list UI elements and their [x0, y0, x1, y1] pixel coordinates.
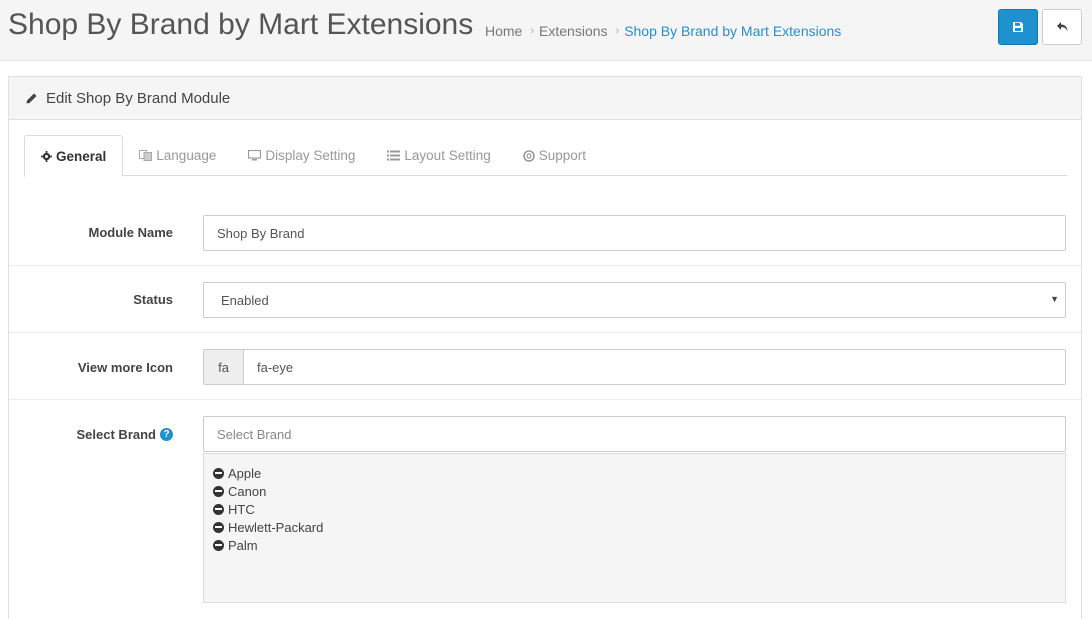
tab-general[interactable]: General — [24, 135, 124, 177]
page-header: Shop By Brand by Mart Extensions Home › … — [0, 0, 1092, 61]
minus-circle-icon[interactable] — [213, 539, 224, 551]
minus-circle-icon[interactable] — [213, 503, 224, 515]
status-label: Status — [133, 292, 173, 307]
tab-display-setting-label: Display Setting — [265, 148, 356, 163]
brand-item: Canon — [213, 482, 1056, 500]
tab-language-label: Language — [156, 148, 217, 163]
reply-icon — [1056, 22, 1067, 32]
view-more-icon-label: View more Icon — [77, 360, 173, 375]
list-icon — [387, 150, 401, 161]
status-select-value: Enabled — [221, 292, 269, 308]
select-brand-label: Select Brand ? — [77, 427, 173, 442]
status-select[interactable]: Enabled ▼ — [203, 282, 1066, 318]
brand-item: Palm — [213, 536, 1056, 554]
chevron-down-icon: ▼ — [1050, 294, 1059, 304]
tab-layout-setting[interactable]: Layout Setting — [371, 135, 506, 176]
gear-icon — [41, 150, 52, 162]
minus-circle-icon[interactable] — [213, 467, 224, 479]
brand-item: HTC — [213, 500, 1056, 518]
brand-item: Hewlett-Packard — [213, 518, 1056, 536]
breadcrumb-separator: › — [615, 25, 620, 37]
selected-brands-list: Apple Canon HTC Hewlett-Packard Palm — [203, 453, 1066, 603]
brand-name: Apple — [228, 465, 262, 481]
question-circle-icon[interactable]: ? — [160, 428, 173, 441]
brand-name: Palm — [228, 537, 258, 553]
tab-general-label: General — [56, 148, 107, 164]
module-name-input[interactable]: Shop By Brand — [203, 215, 1066, 251]
save-button[interactable] — [998, 9, 1038, 45]
breadcrumb-extensions[interactable]: Extensions — [539, 23, 607, 39]
breadcrumb-separator: › — [530, 25, 535, 37]
form-row-view-more-icon: View more Icon fa fa-eye — [9, 333, 1081, 400]
breadcrumb-current[interactable]: Shop By Brand by Mart Extensions — [624, 23, 841, 39]
back-button[interactable] — [1042, 9, 1082, 45]
tab-support-label: Support — [538, 148, 587, 163]
tab-language[interactable]: Language — [123, 135, 232, 176]
select-brand-label-text: Select Brand — [76, 427, 156, 442]
edit-module-panel: Edit Shop By Brand Module General Langua… — [8, 76, 1082, 619]
page-title: Shop By Brand by Mart Extensions — [8, 8, 474, 41]
floppy-disk-icon — [1013, 22, 1023, 32]
breadcrumb: Home › Extensions › Shop By Brand by Mar… — [485, 23, 841, 39]
brand-item: Apple — [213, 464, 1056, 482]
tab-layout-setting-label: Layout Setting — [404, 148, 491, 163]
module-name-label: Module Name — [88, 225, 173, 240]
panel-heading-title: Edit Shop By Brand Module — [46, 89, 231, 107]
brand-name: Canon — [228, 483, 267, 499]
tab-bar: General Language Display Setting Layout … — [24, 135, 1067, 177]
form-row-status: Status Enabled ▼ — [9, 266, 1081, 333]
tab-display-setting[interactable]: Display Setting — [232, 135, 371, 176]
breadcrumb-home[interactable]: Home — [485, 23, 522, 39]
brand-name: Hewlett-Packard — [228, 519, 324, 535]
minus-circle-icon[interactable] — [213, 485, 224, 497]
select-brand-input[interactable]: Select Brand — [203, 416, 1066, 452]
icon-prefix-addon: fa — [203, 349, 243, 385]
monitor-icon — [248, 150, 262, 161]
view-more-icon-input[interactable]: fa-eye — [243, 349, 1066, 385]
life-ring-icon — [522, 149, 535, 162]
brand-name: HTC — [228, 501, 255, 517]
form-row-module-name: Module Name Shop By Brand — [9, 198, 1081, 266]
minus-circle-icon[interactable] — [213, 521, 224, 533]
panel-heading: Edit Shop By Brand Module — [9, 77, 1081, 120]
tab-support[interactable]: Support — [507, 135, 602, 176]
pencil-icon — [25, 92, 38, 105]
form-row-select-brand: Select Brand ? Select Brand Apple Canon … — [9, 400, 1081, 619]
language-icon — [139, 150, 153, 161]
